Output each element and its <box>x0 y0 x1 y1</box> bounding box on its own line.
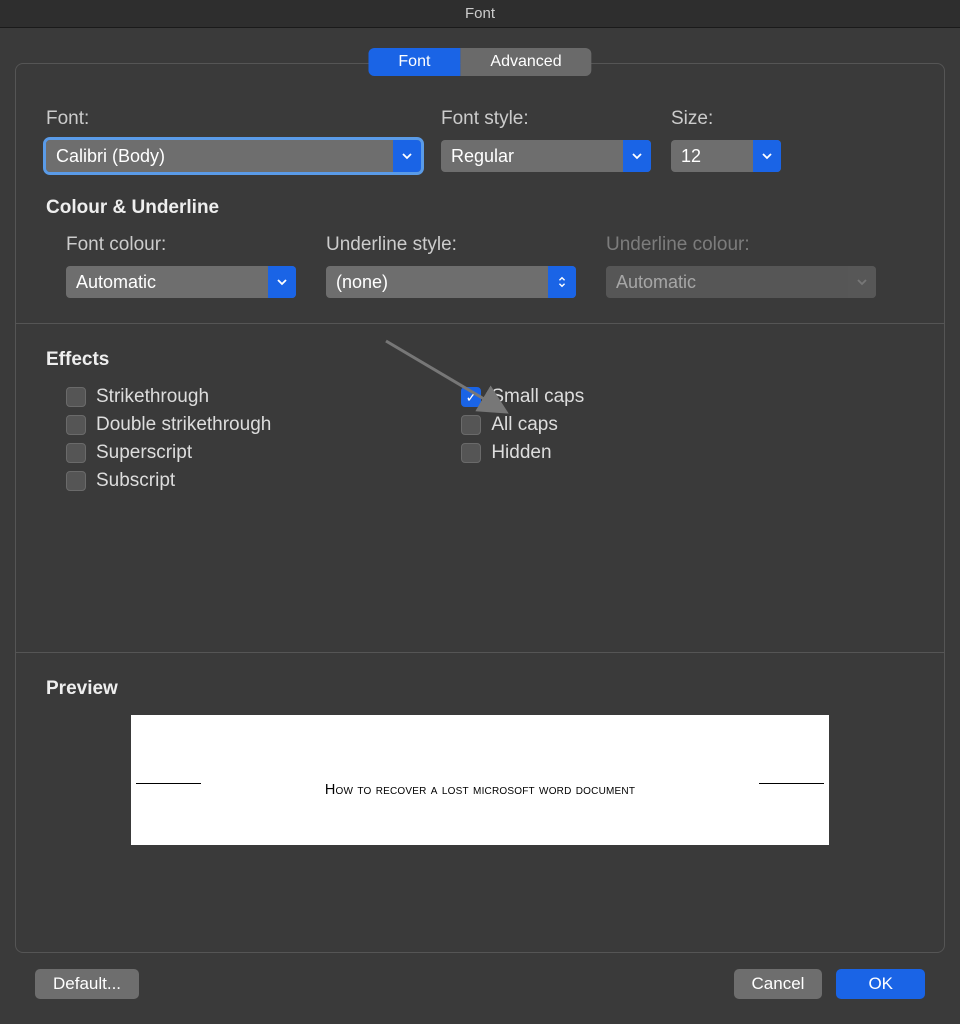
divider <box>16 652 944 653</box>
dialog-panel: Font Advanced Font: Calibri (Body) Font … <box>15 63 945 953</box>
checkbox-label: All caps <box>491 414 558 436</box>
chevron-down-icon <box>753 140 781 172</box>
font-style-value: Regular <box>441 146 623 167</box>
font-value: Calibri (Body) <box>46 146 393 167</box>
checkbox-icon <box>461 443 481 463</box>
preview-rule <box>759 783 824 784</box>
chevron-down-icon <box>393 140 421 172</box>
checkbox-subscript[interactable]: Subscript <box>66 470 271 492</box>
preview-area: How to recover a lost microsoft word doc… <box>131 715 829 845</box>
chevron-updown-icon <box>548 266 576 298</box>
font-label: Font: <box>46 108 421 130</box>
chevron-down-icon <box>848 266 876 298</box>
window-titlebar: Font <box>0 0 960 28</box>
size-label: Size: <box>671 108 781 130</box>
checkbox-icon <box>66 387 86 407</box>
font-style-select[interactable]: Regular <box>441 140 651 172</box>
checkbox-label: Hidden <box>491 442 551 464</box>
default-button[interactable]: Default... <box>35 969 139 999</box>
checkbox-small-caps[interactable]: ✓ Small caps <box>461 386 584 408</box>
checkbox-label: Subscript <box>96 470 175 492</box>
underline-style-value: (none) <box>326 272 548 293</box>
checkbox-icon <box>66 415 86 435</box>
underline-colour-value: Automatic <box>606 272 848 293</box>
underline-colour-label: Underline colour: <box>606 234 876 256</box>
cancel-button[interactable]: Cancel <box>734 969 823 999</box>
underline-colour-select: Automatic <box>606 266 876 298</box>
checkbox-superscript[interactable]: Superscript <box>66 442 271 464</box>
checkbox-label: Strikethrough <box>96 386 209 408</box>
checkbox-all-caps[interactable]: All caps <box>461 414 584 436</box>
chevron-down-icon <box>268 266 296 298</box>
effects-heading: Effects <box>46 349 914 371</box>
checkbox-icon <box>66 443 86 463</box>
font-colour-select[interactable]: Automatic <box>66 266 296 298</box>
font-style-label: Font style: <box>441 108 651 130</box>
ok-button[interactable]: OK <box>836 969 925 999</box>
font-colour-label: Font colour: <box>66 234 296 256</box>
chevron-down-icon <box>623 140 651 172</box>
checkbox-label: Small caps <box>491 386 584 408</box>
checkbox-label: Double strikethrough <box>96 414 271 436</box>
window-title: Font <box>465 5 495 22</box>
checkbox-checked-icon: ✓ <box>461 387 481 407</box>
preview-heading: Preview <box>46 678 914 700</box>
checkbox-icon <box>461 415 481 435</box>
checkbox-icon <box>66 471 86 491</box>
checkbox-label: Superscript <box>96 442 192 464</box>
size-value: 12 <box>671 146 753 167</box>
divider <box>16 323 944 324</box>
checkbox-strikethrough[interactable]: Strikethrough <box>66 386 271 408</box>
preview-text: How to recover a lost microsoft word doc… <box>325 782 635 798</box>
tab-font[interactable]: Font <box>368 48 460 76</box>
font-select[interactable]: Calibri (Body) <box>46 140 421 172</box>
tab-bar: Font Advanced <box>368 48 591 76</box>
font-colour-value: Automatic <box>66 272 268 293</box>
checkbox-hidden[interactable]: Hidden <box>461 442 584 464</box>
size-select[interactable]: 12 <box>671 140 781 172</box>
colour-underline-heading: Colour & Underline <box>46 197 914 219</box>
preview-rule <box>136 783 201 784</box>
tab-advanced[interactable]: Advanced <box>460 48 591 76</box>
underline-style-label: Underline style: <box>326 234 576 256</box>
checkbox-double-strikethrough[interactable]: Double strikethrough <box>66 414 271 436</box>
underline-style-select[interactable]: (none) <box>326 266 576 298</box>
